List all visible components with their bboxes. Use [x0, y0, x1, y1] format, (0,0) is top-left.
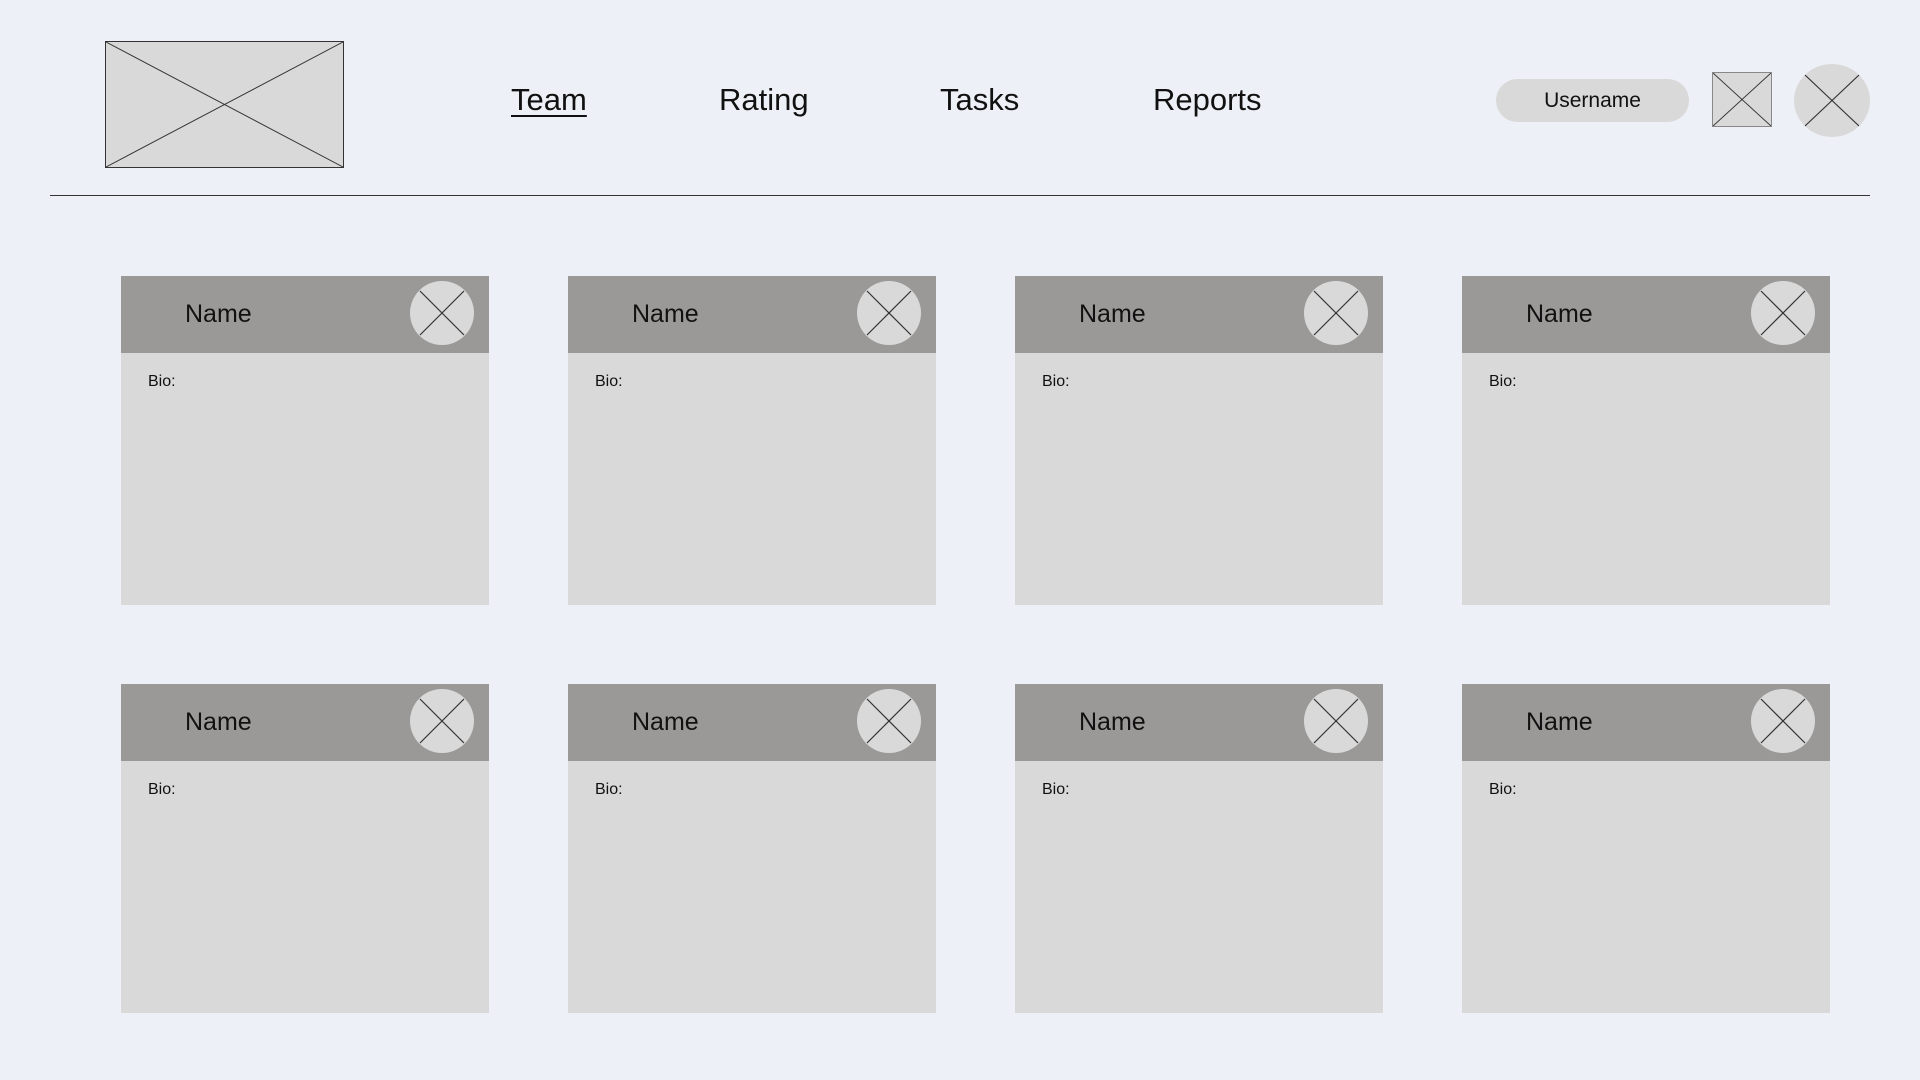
card-header: Name	[121, 684, 489, 761]
member-name: Name	[632, 708, 699, 736]
card-header: Name	[1015, 276, 1383, 353]
nav-rating[interactable]: Rating	[719, 80, 809, 120]
team-member-card[interactable]: Name Bio:	[121, 276, 489, 605]
member-name: Name	[1526, 708, 1593, 736]
member-bio-label: Bio:	[595, 781, 623, 798]
card-header: Name	[121, 276, 489, 353]
member-name: Name	[185, 708, 252, 736]
member-bio-label: Bio:	[148, 781, 176, 798]
card-header: Name	[1462, 276, 1830, 353]
team-member-card[interactable]: Name Bio:	[1015, 276, 1383, 605]
member-name: Name	[632, 300, 699, 328]
member-name: Name	[1079, 708, 1146, 736]
card-header: Name	[568, 684, 936, 761]
card-header: Name	[1015, 684, 1383, 761]
member-bio-label: Bio:	[148, 373, 176, 390]
notification-placeholder-icon[interactable]	[1712, 72, 1772, 127]
nav-tasks[interactable]: Tasks	[940, 80, 1019, 120]
team-member-card[interactable]: Name Bio:	[568, 684, 936, 1013]
member-avatar-icon	[857, 281, 921, 345]
member-bio-label: Bio:	[1042, 781, 1070, 798]
member-name: Name	[1079, 300, 1146, 328]
logo-placeholder-icon[interactable]	[105, 41, 344, 168]
card-header: Name	[568, 276, 936, 353]
member-name: Name	[185, 300, 252, 328]
username-button[interactable]: Username	[1496, 79, 1689, 122]
member-name: Name	[1526, 300, 1593, 328]
user-avatar-icon[interactable]	[1794, 64, 1870, 137]
header-divider	[50, 195, 1870, 196]
team-member-card[interactable]: Name Bio:	[121, 684, 489, 1013]
nav-reports[interactable]: Reports	[1153, 80, 1262, 120]
member-avatar-icon	[1751, 689, 1815, 753]
member-avatar-icon	[1751, 281, 1815, 345]
member-avatar-icon	[410, 281, 474, 345]
member-bio-label: Bio:	[595, 373, 623, 390]
team-member-card[interactable]: Name Bio:	[1015, 684, 1383, 1013]
member-bio-label: Bio:	[1489, 781, 1517, 798]
member-avatar-icon	[1304, 689, 1368, 753]
team-member-card[interactable]: Name Bio:	[1462, 276, 1830, 605]
member-avatar-icon	[1304, 281, 1368, 345]
nav-team[interactable]: Team	[511, 80, 587, 120]
member-avatar-icon	[410, 689, 474, 753]
member-bio-label: Bio:	[1042, 373, 1070, 390]
member-bio-label: Bio:	[1489, 373, 1517, 390]
member-avatar-icon	[857, 689, 921, 753]
team-member-card[interactable]: Name Bio:	[568, 276, 936, 605]
team-member-card[interactable]: Name Bio:	[1462, 684, 1830, 1013]
card-header: Name	[1462, 684, 1830, 761]
